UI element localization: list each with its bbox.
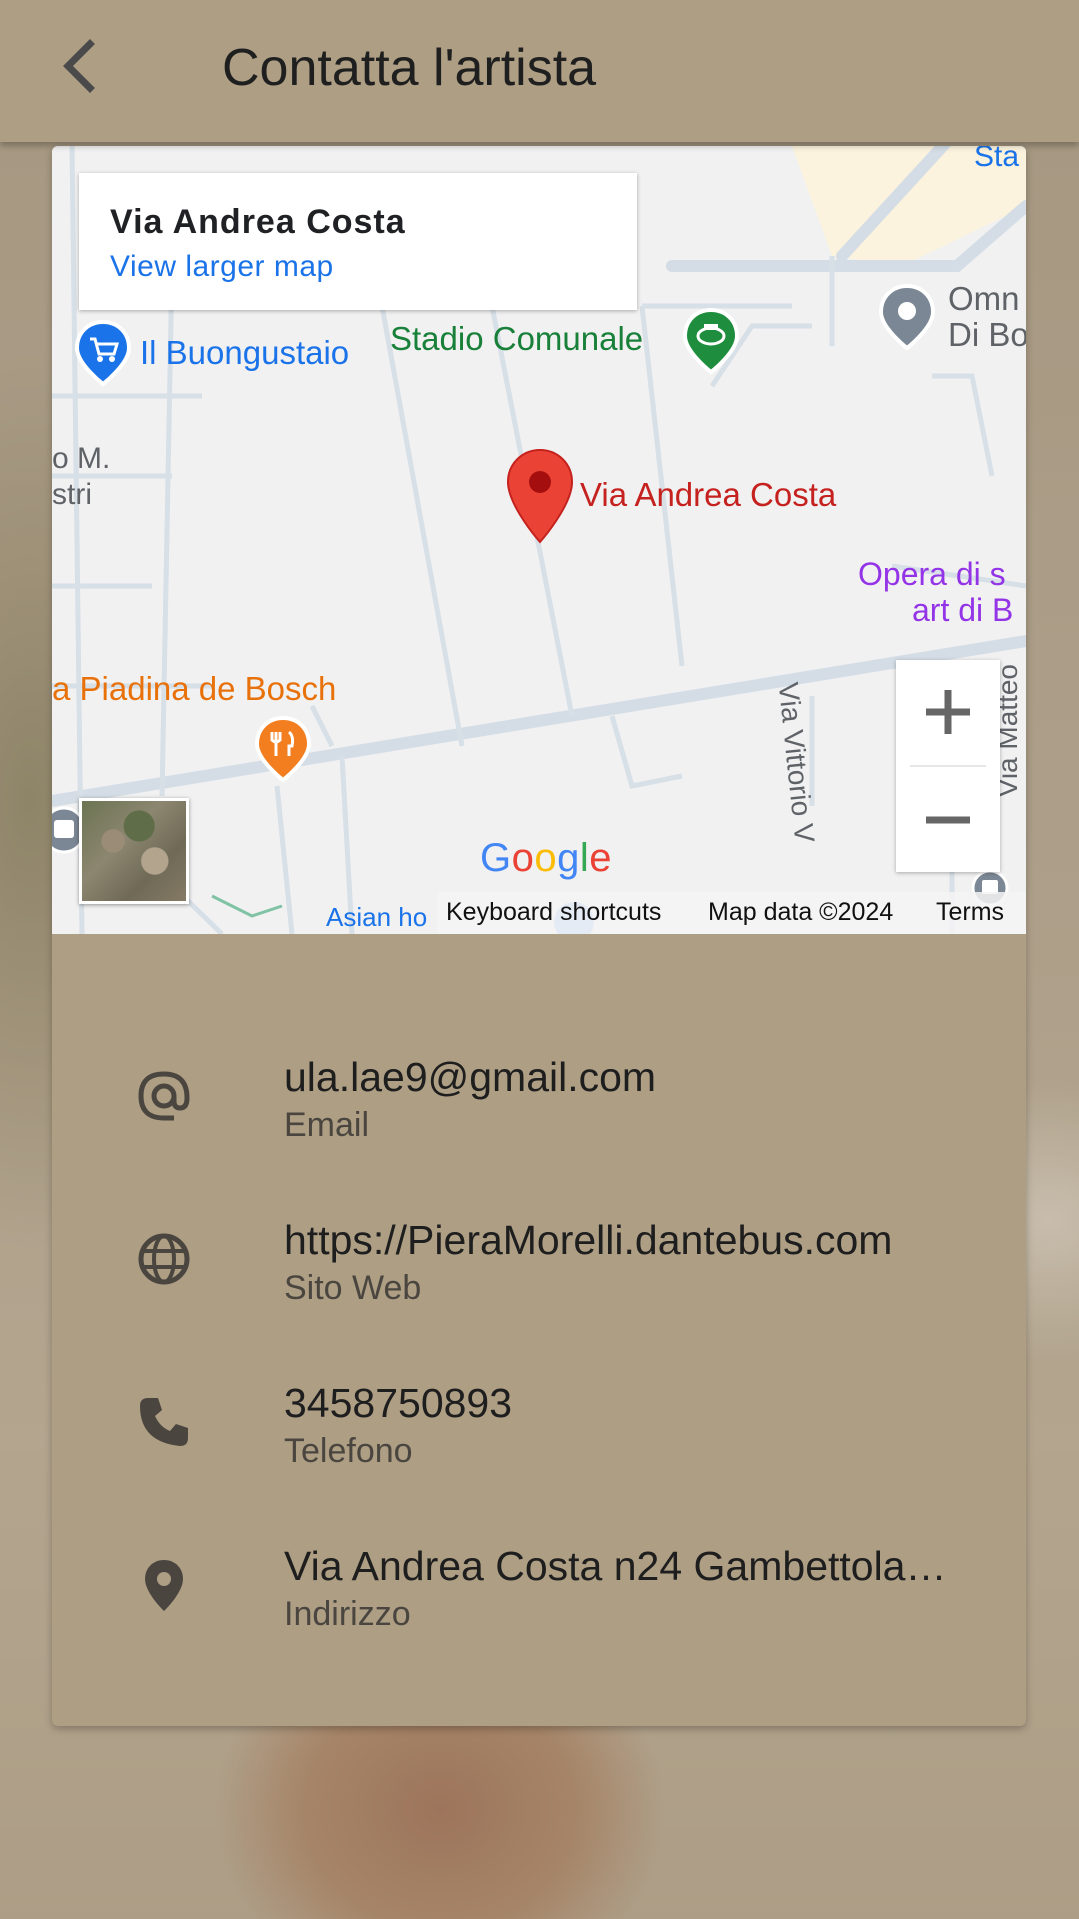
app-bar: Contatta l'artista <box>0 0 1079 142</box>
contact-value: ula.lae9@gmail.com <box>284 1054 657 1100</box>
poi-label-sta[interactable]: Sta <box>974 146 1019 174</box>
poi-label-piadina[interactable]: a Piadina de Bosch <box>52 670 336 708</box>
satellite-view-toggle[interactable] <box>79 798 189 904</box>
place-info-card: Via Andrea Costa View larger map <box>79 173 637 310</box>
contact-label: Sito Web <box>284 1269 422 1307</box>
location-pin-icon <box>145 1560 183 1611</box>
page-title: Contatta l'artista <box>222 39 597 97</box>
contact-row-address[interactable]: Via Andrea Costa n24 Gambettola… Indiriz… <box>52 1535 1026 1665</box>
view-larger-map-link[interactable]: View larger map <box>110 250 334 284</box>
poi-label-art-di-b[interactable]: art di B <box>912 592 1013 629</box>
pin-label: Via Andrea Costa <box>580 476 837 513</box>
embedded-map[interactable]: Il Buongustaio Stadio Comunale Omn Di Bo… <box>52 146 1026 934</box>
zoom-divider <box>910 765 986 767</box>
zoom-out-button[interactable] <box>896 768 1000 872</box>
contact-row-email[interactable]: ula.lae9@gmail.com Email <box>52 1046 1026 1176</box>
restaurant-icon <box>254 715 312 783</box>
stadium-icon <box>682 307 740 375</box>
google-logo-letter: g <box>557 836 580 880</box>
poi-label-stri[interactable]: stri <box>52 478 92 512</box>
contact-value: Via Andrea Costa n24 Gambettola… <box>284 1543 947 1589</box>
poi-label-stadio-comunale[interactable]: Stadio Comunale <box>390 320 643 358</box>
google-logo-letter: e <box>589 836 613 880</box>
google-logo-letter: o <box>511 836 535 880</box>
google-logo: Google <box>480 836 612 881</box>
at-icon <box>138 1071 190 1121</box>
back-button[interactable] <box>52 36 112 96</box>
zoom-controls <box>896 660 1000 872</box>
contact-card: Il Buongustaio Stadio Comunale Omn Di Bo… <box>52 146 1026 1726</box>
plus-icon <box>926 690 970 734</box>
minus-icon <box>926 816 970 824</box>
zoom-in-button[interactable] <box>896 660 1000 764</box>
map-data-attribution: Map data ©2024 <box>708 898 894 926</box>
poi-label-omn[interactable]: Omn <box>948 280 1020 318</box>
google-logo-letter: G <box>480 836 512 880</box>
globe-icon <box>138 1233 190 1285</box>
contact-value: https://PieraMorelli.dantebus.com <box>284 1217 893 1263</box>
chevron-left-icon <box>63 39 95 93</box>
terms-link[interactable]: Terms <box>936 898 1004 927</box>
google-logo-letter: l <box>579 836 590 880</box>
poi-label-o-m[interactable]: o M. <box>52 442 110 476</box>
shopping-cart-icon <box>74 319 132 387</box>
poi-label-opera[interactable]: Opera di s <box>858 556 1006 593</box>
place-name: Via Andrea Costa <box>110 203 406 241</box>
poi-label-asian[interactable]: Asian ho <box>326 902 427 933</box>
contact-label: Telefono <box>284 1432 413 1470</box>
phone-icon <box>140 1398 188 1446</box>
landmark-pin-icon <box>878 283 936 351</box>
keyboard-shortcuts-link[interactable]: Keyboard shortcuts <box>446 898 661 927</box>
location-marker-icon[interactable] <box>504 446 576 546</box>
poi-label-il-buongustaio[interactable]: Il Buongustaio <box>140 334 349 372</box>
contact-label: Email <box>284 1106 370 1144</box>
contact-row-phone[interactable]: 3458750893 Telefono <box>52 1372 1026 1502</box>
poi-label-di-bo[interactable]: Di Bo <box>948 316 1026 354</box>
contact-label: Indirizzo <box>284 1595 411 1633</box>
google-logo-letter: o <box>534 836 558 880</box>
contact-value: 3458750893 <box>284 1380 513 1426</box>
contact-row-website[interactable]: https://PieraMorelli.dantebus.com Sito W… <box>52 1209 1026 1339</box>
